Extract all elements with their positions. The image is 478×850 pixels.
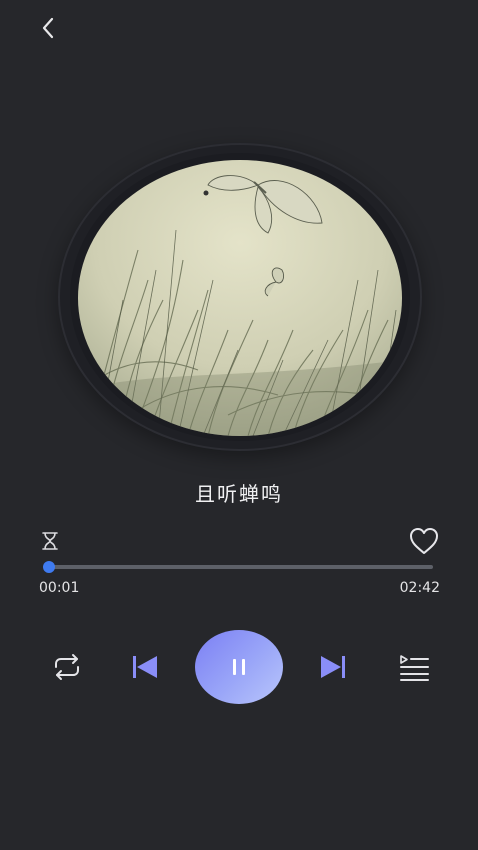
skip-next-icon (321, 656, 345, 678)
playlist-icon (400, 655, 429, 681)
hourglass-icon (42, 532, 58, 550)
pause-icon (233, 659, 245, 675)
progress-knob[interactable] (43, 561, 56, 573)
repeat-icon (55, 654, 79, 680)
favorite-button[interactable] (408, 526, 440, 556)
previous-button[interactable] (128, 652, 162, 682)
playlist-button[interactable] (396, 651, 432, 683)
sleep-timer-button[interactable] (38, 529, 62, 553)
heart-icon (410, 528, 438, 554)
song-title: 且听蝉鸣 (195, 482, 283, 506)
current-time: 00:01 (39, 580, 80, 596)
play-pause-button[interactable] (195, 630, 283, 704)
next-button[interactable] (316, 652, 350, 682)
repeat-button[interactable] (48, 650, 86, 684)
total-time: 02:42 (399, 580, 440, 596)
back-button[interactable] (34, 14, 62, 42)
album-cover (78, 160, 402, 436)
chevron-left-icon (42, 17, 54, 39)
progress-track[interactable] (47, 565, 433, 569)
skip-previous-icon (133, 656, 157, 678)
